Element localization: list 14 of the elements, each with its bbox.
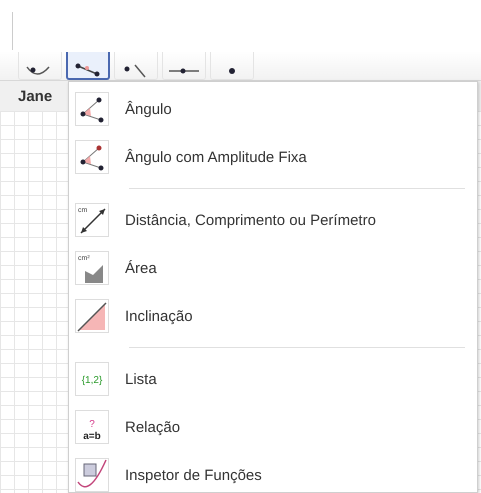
menu-item[interactable]: Inclinação	[69, 292, 477, 340]
menu-item[interactable]: Ângulo com Amplitude Fixa	[69, 133, 477, 181]
menu-item[interactable]: Ângulo	[69, 85, 477, 133]
menu-item[interactable]: ? a=b Relação	[69, 403, 477, 451]
list-icon: {1,2}	[75, 362, 109, 396]
menu-item[interactable]: Inspetor de Funções	[69, 451, 477, 493]
angle-icon	[75, 140, 109, 174]
relation-icon: ? a=b	[75, 410, 109, 444]
slope-icon	[75, 299, 109, 333]
angle-icon	[75, 92, 109, 126]
menu-item[interactable]: {1,2} Lista	[69, 355, 477, 403]
point-icon	[228, 67, 236, 75]
tool-button[interactable]	[66, 52, 110, 80]
view-title: Jane	[18, 88, 52, 104]
